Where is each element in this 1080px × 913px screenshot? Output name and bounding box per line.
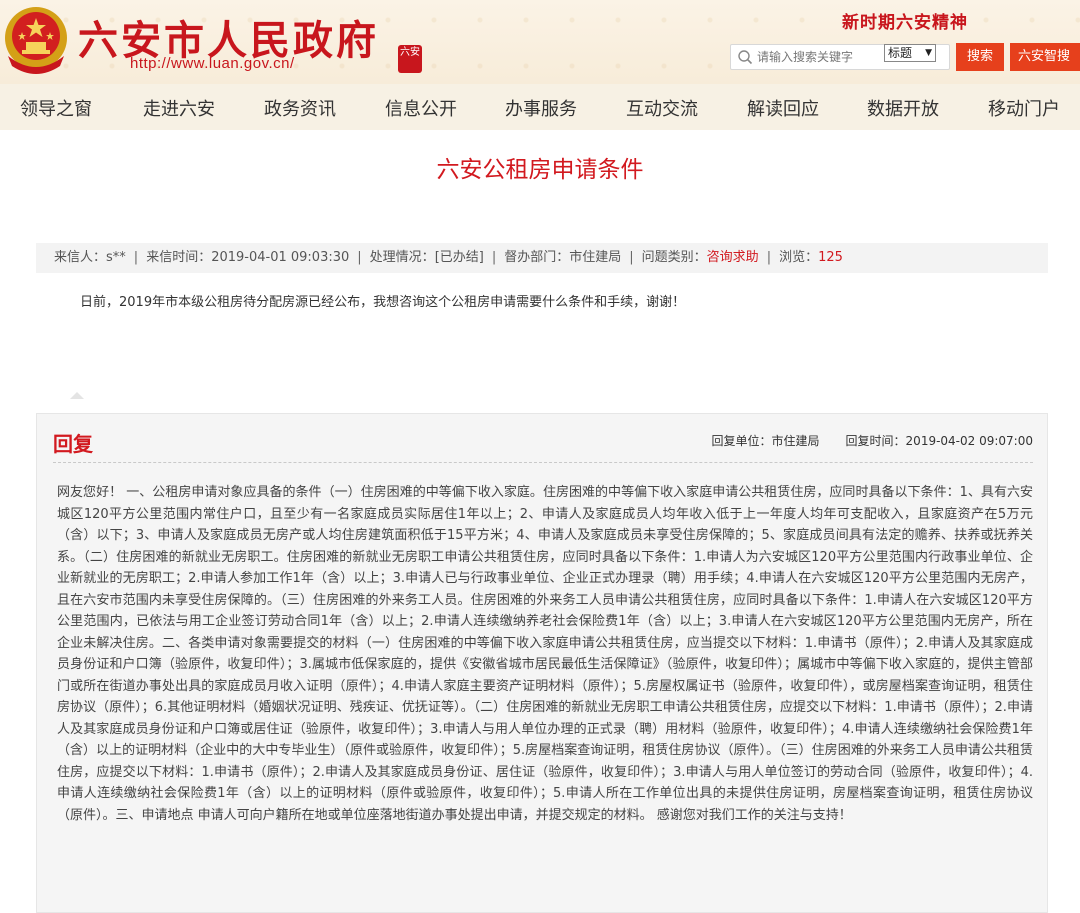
reply-meta: 回复单位：市住建局 回复时间：2019-04-02 09:07:00: [712, 432, 1034, 449]
search-icon: [738, 50, 753, 65]
dropdown-arrow-icon: ▼: [925, 48, 932, 58]
pointer-arrow-icon: [70, 392, 84, 399]
site-header: 六安市人民政府 http://www.luan.gov.cn/ 六安 新时期六安…: [0, 0, 1080, 84]
reply-time-value: 2019-04-02 09:07:00: [905, 434, 1033, 448]
main-nav: 领导之窗 走进六安 政务资讯 信息公开 办事服务 互动交流 解读回应 数据开放 …: [0, 84, 1080, 130]
letter-content: 日前，2019年市本级公租房待分配房源已经公布，我想咨询这个公租房申请需要什么条…: [80, 295, 686, 310]
reply-body: 网友您好！ 一、公租房申请对象应具备的条件（一）住房困难的中等偏下收入家庭。住房…: [57, 485, 1033, 823]
search-button[interactable]: 搜索: [956, 43, 1004, 71]
time-value: 2019-04-01 09:03:30: [211, 250, 350, 265]
sender-label: 来信人：: [54, 250, 107, 265]
letter-meta-bar: 来信人：s** | 来信时间：2019-04-01 09:03:30 | 处理情况：[已…: [36, 243, 1048, 273]
nav-item-open-data[interactable]: 数据开放: [867, 95, 939, 121]
reply-panel: 回复 回复单位：市住建局 回复时间：2019-04-02 09:07:00 网友您…: [36, 413, 1048, 913]
nav-item-news[interactable]: 政务资讯: [264, 95, 336, 121]
status-value: [已办结]: [434, 250, 484, 265]
seal-logo: 六安: [398, 45, 422, 73]
status-label: 处理情况：: [369, 250, 435, 265]
search-scope-select[interactable]: 标题 ▼: [884, 44, 936, 62]
nav-item-interaction[interactable]: 互动交流: [626, 95, 698, 121]
page-title: 六安公租房申请条件: [436, 157, 644, 183]
nav-item-services[interactable]: 办事服务: [505, 95, 577, 121]
reply-unit-label: 回复单位：: [711, 434, 772, 448]
sender-value: s**: [106, 250, 126, 265]
site-url[interactable]: http://www.luan.gov.cn/: [130, 55, 295, 72]
time-label: 来信时间：: [146, 250, 212, 265]
nav-item-interpretation[interactable]: 解读回应: [747, 95, 819, 121]
views-count: 125: [818, 250, 843, 265]
spirit-link[interactable]: 新时期六安精神: [842, 8, 968, 33]
reply-divider: [53, 462, 1033, 463]
search-scope-value: 标题: [888, 46, 913, 60]
zhisou-button[interactable]: 六安智搜: [1010, 43, 1080, 71]
dept-value: 市住建局: [569, 250, 622, 265]
nav-item-about[interactable]: 走进六安: [143, 95, 215, 121]
dept-label: 督办部门：: [504, 250, 570, 265]
category-value: 咨询求助: [706, 250, 759, 265]
national-emblem-icon: [5, 7, 67, 74]
reply-heading: 回复: [53, 432, 93, 456]
nav-item-leaders[interactable]: 领导之窗: [20, 95, 92, 121]
views-label: 浏览：: [779, 250, 819, 265]
nav-item-disclosure[interactable]: 信息公开: [385, 95, 457, 121]
reply-time-label: 回复时间：: [845, 434, 906, 448]
search-input[interactable]: [757, 47, 877, 67]
reply-unit-value: 市住建局: [771, 434, 820, 448]
category-label: 问题类别：: [641, 250, 707, 265]
nav-item-mobile[interactable]: 移动门户: [988, 95, 1060, 121]
